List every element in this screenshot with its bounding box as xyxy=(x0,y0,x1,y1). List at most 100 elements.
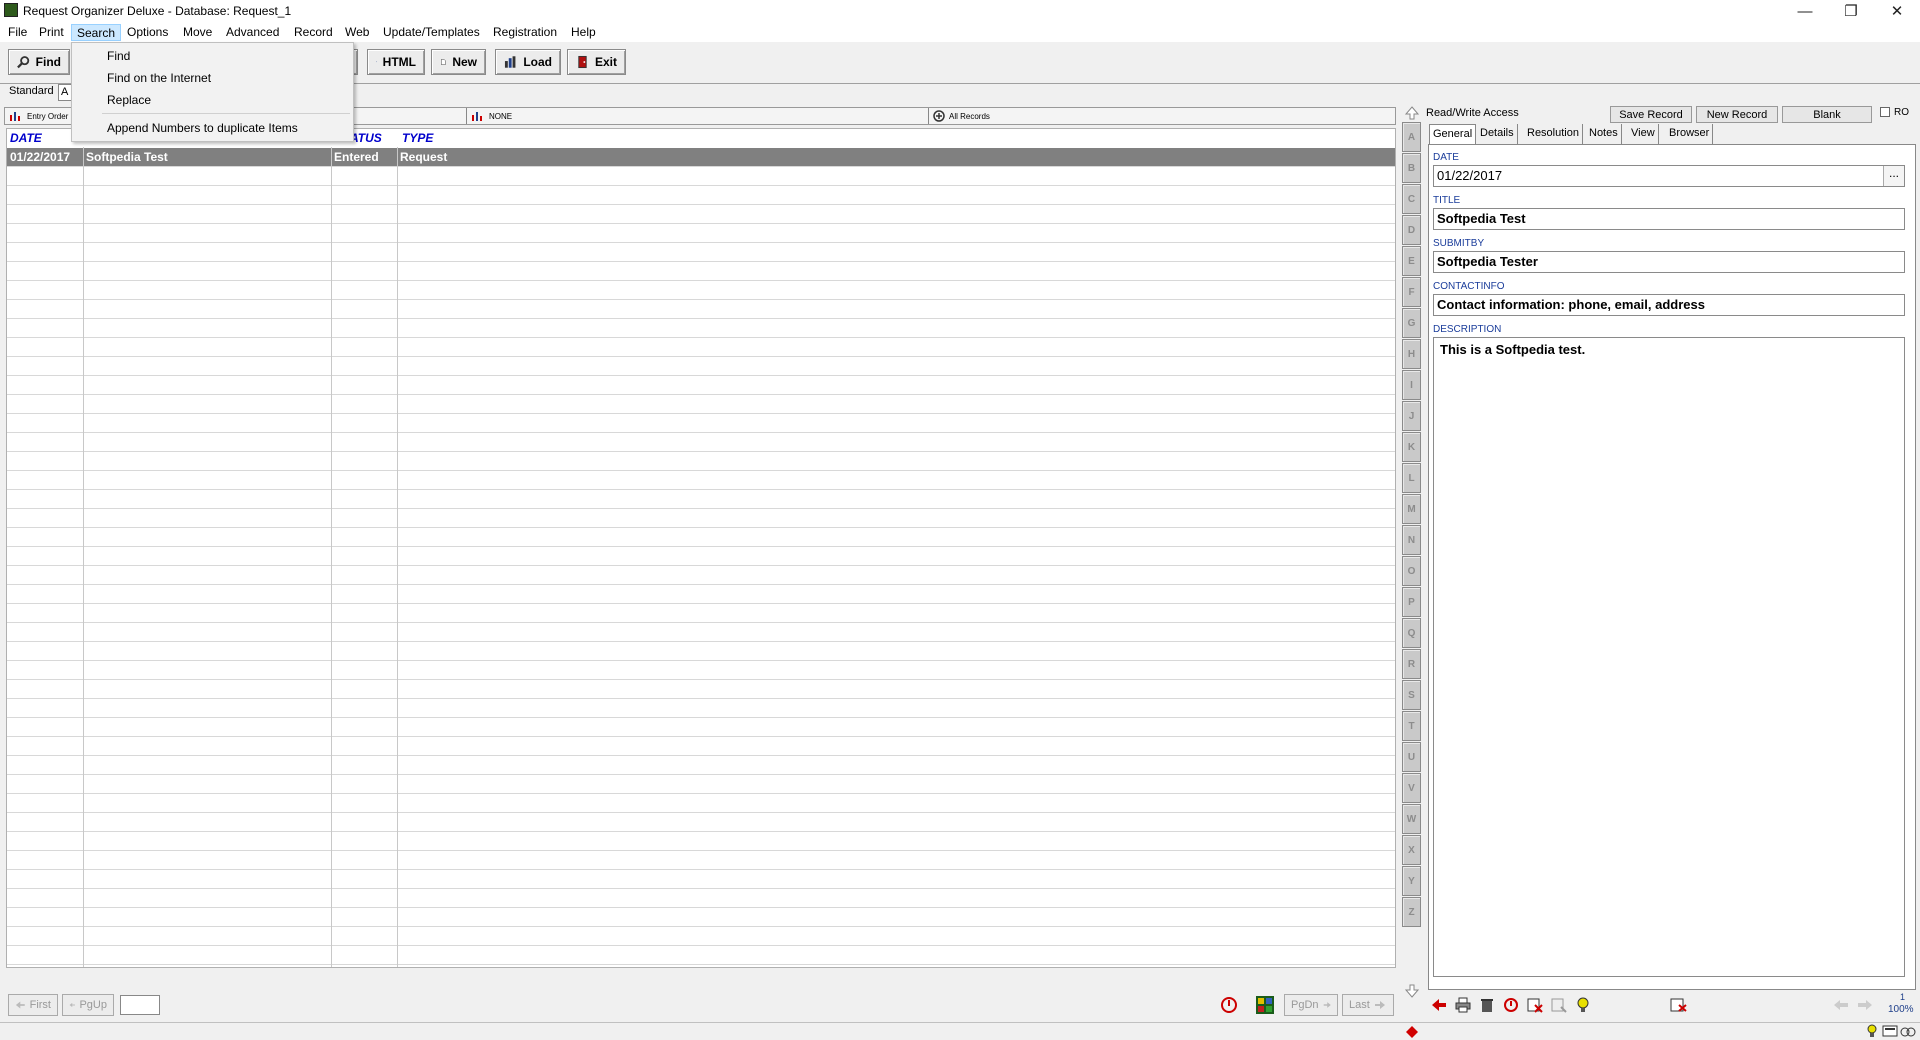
alpha-index-b[interactable]: B xyxy=(1402,153,1421,183)
alpha-index-h[interactable]: H xyxy=(1402,339,1421,369)
exit-door-icon xyxy=(578,55,587,69)
menu-advanced[interactable]: Advanced xyxy=(221,24,284,41)
alpha-index-g[interactable]: G xyxy=(1402,308,1421,338)
first-button[interactable]: First xyxy=(8,994,58,1016)
records-icon xyxy=(933,110,945,122)
table-row[interactable]: 01/22/2017 Softpedia Test Entered Reques… xyxy=(7,148,1395,167)
alpha-index-a[interactable]: A xyxy=(1402,122,1421,152)
cell-status: Entered xyxy=(334,150,379,164)
maximize-button[interactable]: ❐ xyxy=(1828,0,1874,22)
description-label: DESCRIPTION xyxy=(1433,324,1502,335)
alpha-index-c[interactable]: C xyxy=(1402,184,1421,214)
menu-record[interactable]: Record xyxy=(289,24,338,41)
alpha-index-z[interactable]: Z xyxy=(1402,897,1421,927)
alpha-index-p[interactable]: P xyxy=(1402,587,1421,617)
new-document-icon xyxy=(441,59,446,65)
alert-icon[interactable] xyxy=(1218,994,1240,1016)
date-picker-button[interactable]: ... xyxy=(1883,166,1904,186)
new-record-button[interactable]: New Record xyxy=(1696,106,1778,123)
alpha-index-n[interactable]: N xyxy=(1402,525,1421,555)
alpha-index-x[interactable]: X xyxy=(1402,835,1421,865)
title-field[interactable]: Softpedia Test xyxy=(1433,208,1905,230)
back-arrow-icon[interactable] xyxy=(1428,994,1450,1016)
alpha-index-v[interactable]: V xyxy=(1402,773,1421,803)
scroll-up-arrow-icon[interactable] xyxy=(1405,106,1419,120)
empty-row xyxy=(7,395,1395,414)
alpha-index-i[interactable]: I xyxy=(1402,370,1421,400)
last-button[interactable]: Last xyxy=(1342,994,1394,1016)
records-selector[interactable]: All Records xyxy=(929,108,1395,124)
prev-record-icon[interactable] xyxy=(1830,994,1852,1016)
contactinfo-field[interactable]: Contact information: phone, email, addre… xyxy=(1433,294,1905,316)
lightbulb-icon[interactable] xyxy=(1572,994,1594,1016)
alpha-index-q[interactable]: Q xyxy=(1402,618,1421,648)
submitby-field[interactable]: Softpedia Tester xyxy=(1433,251,1905,273)
tab-view[interactable]: View xyxy=(1628,124,1659,144)
alpha-index-y[interactable]: Y xyxy=(1402,866,1421,896)
alpha-index-o[interactable]: O xyxy=(1402,556,1421,586)
alpha-index-l[interactable]: L xyxy=(1402,463,1421,493)
tab-resolution[interactable]: Resolution xyxy=(1524,124,1583,144)
menu-file[interactable]: File xyxy=(3,24,32,41)
empty-row xyxy=(7,965,1395,967)
description-field[interactable]: This is a Softpedia test. xyxy=(1433,337,1905,977)
tip-lightbulb-icon[interactable] xyxy=(1866,1024,1878,1038)
alpha-index-s[interactable]: S xyxy=(1402,680,1421,710)
search-menu-append-numbers[interactable]: Append Numbers to duplicate Items xyxy=(74,118,351,138)
empty-row xyxy=(7,528,1395,547)
tab-general[interactable]: General xyxy=(1429,124,1477,144)
minimize-button[interactable]: — xyxy=(1782,0,1828,22)
ro-checkbox[interactable] xyxy=(1880,107,1890,117)
save-record-button[interactable]: Save Record xyxy=(1610,106,1692,123)
tab-notes[interactable]: Notes xyxy=(1586,124,1622,144)
alpha-index-m[interactable]: M xyxy=(1402,494,1421,524)
menu-web[interactable]: Web xyxy=(340,24,374,41)
tab-browser[interactable]: Browser xyxy=(1666,124,1714,144)
print-icon[interactable] xyxy=(1452,994,1474,1016)
filter-selector[interactable]: NONE xyxy=(467,108,929,124)
exit-button[interactable]: Exit xyxy=(567,49,626,75)
tab-details[interactable]: Details xyxy=(1477,124,1518,144)
search-menu-find-internet[interactable]: Find on the Internet xyxy=(74,68,351,88)
alpha-index-w[interactable]: W xyxy=(1402,804,1421,834)
menu-help[interactable]: Help xyxy=(566,24,601,41)
find-button[interactable]: Find xyxy=(8,49,70,75)
duplicate-record-icon[interactable] xyxy=(1668,994,1690,1016)
record-alert-icon[interactable] xyxy=(1500,994,1522,1016)
menu-search[interactable]: Search xyxy=(71,24,122,41)
grid-view-icon[interactable] xyxy=(1254,994,1276,1016)
search-menu-find[interactable]: Find xyxy=(74,46,351,66)
menu-options[interactable]: Options xyxy=(122,24,173,41)
blank-button[interactable]: Blank xyxy=(1782,106,1872,123)
remove-record-icon[interactable] xyxy=(1524,994,1546,1016)
column-header-type[interactable]: TYPE xyxy=(399,129,599,147)
records-grid[interactable]: DATE TITLE ATUS TYPE 01/22/2017 Softpedi… xyxy=(6,128,1396,968)
title-bar: Request Organizer Deluxe - Database: Req… xyxy=(0,0,1920,22)
load-button[interactable]: Load xyxy=(495,49,561,75)
copy-record-icon[interactable] xyxy=(1548,994,1570,1016)
alpha-index-d[interactable]: D xyxy=(1402,215,1421,245)
search-menu-replace[interactable]: Replace xyxy=(74,90,351,110)
alpha-index-r[interactable]: R xyxy=(1402,649,1421,679)
menu-registration[interactable]: Registration xyxy=(488,24,562,41)
new-button[interactable]: New xyxy=(431,49,486,75)
next-record-icon[interactable] xyxy=(1854,994,1876,1016)
page-indicator: 1 xyxy=(1900,992,1906,1002)
pgdn-button[interactable]: PgDn xyxy=(1284,994,1338,1016)
alpha-index-j[interactable]: J xyxy=(1402,401,1421,431)
date-field[interactable]: 01/22/2017 xyxy=(1433,165,1905,187)
trash-icon[interactable] xyxy=(1476,994,1498,1016)
alpha-index-t[interactable]: T xyxy=(1402,711,1421,741)
menu-print[interactable]: Print xyxy=(34,24,69,41)
html-button[interactable]: HTML xyxy=(367,49,425,75)
menu-move[interactable]: Move xyxy=(178,24,217,41)
alpha-index-f[interactable]: F xyxy=(1402,277,1421,307)
alpha-index-e[interactable]: E xyxy=(1402,246,1421,276)
alpha-index-u[interactable]: U xyxy=(1402,742,1421,772)
pgup-button[interactable]: PgUp xyxy=(62,994,114,1016)
right-arrow-icon xyxy=(1323,1002,1331,1008)
alpha-index-k[interactable]: K xyxy=(1402,432,1421,462)
close-button[interactable]: ✕ xyxy=(1874,0,1920,22)
record-number-input[interactable] xyxy=(120,995,160,1015)
menu-update-templates[interactable]: Update/Templates xyxy=(378,24,485,41)
